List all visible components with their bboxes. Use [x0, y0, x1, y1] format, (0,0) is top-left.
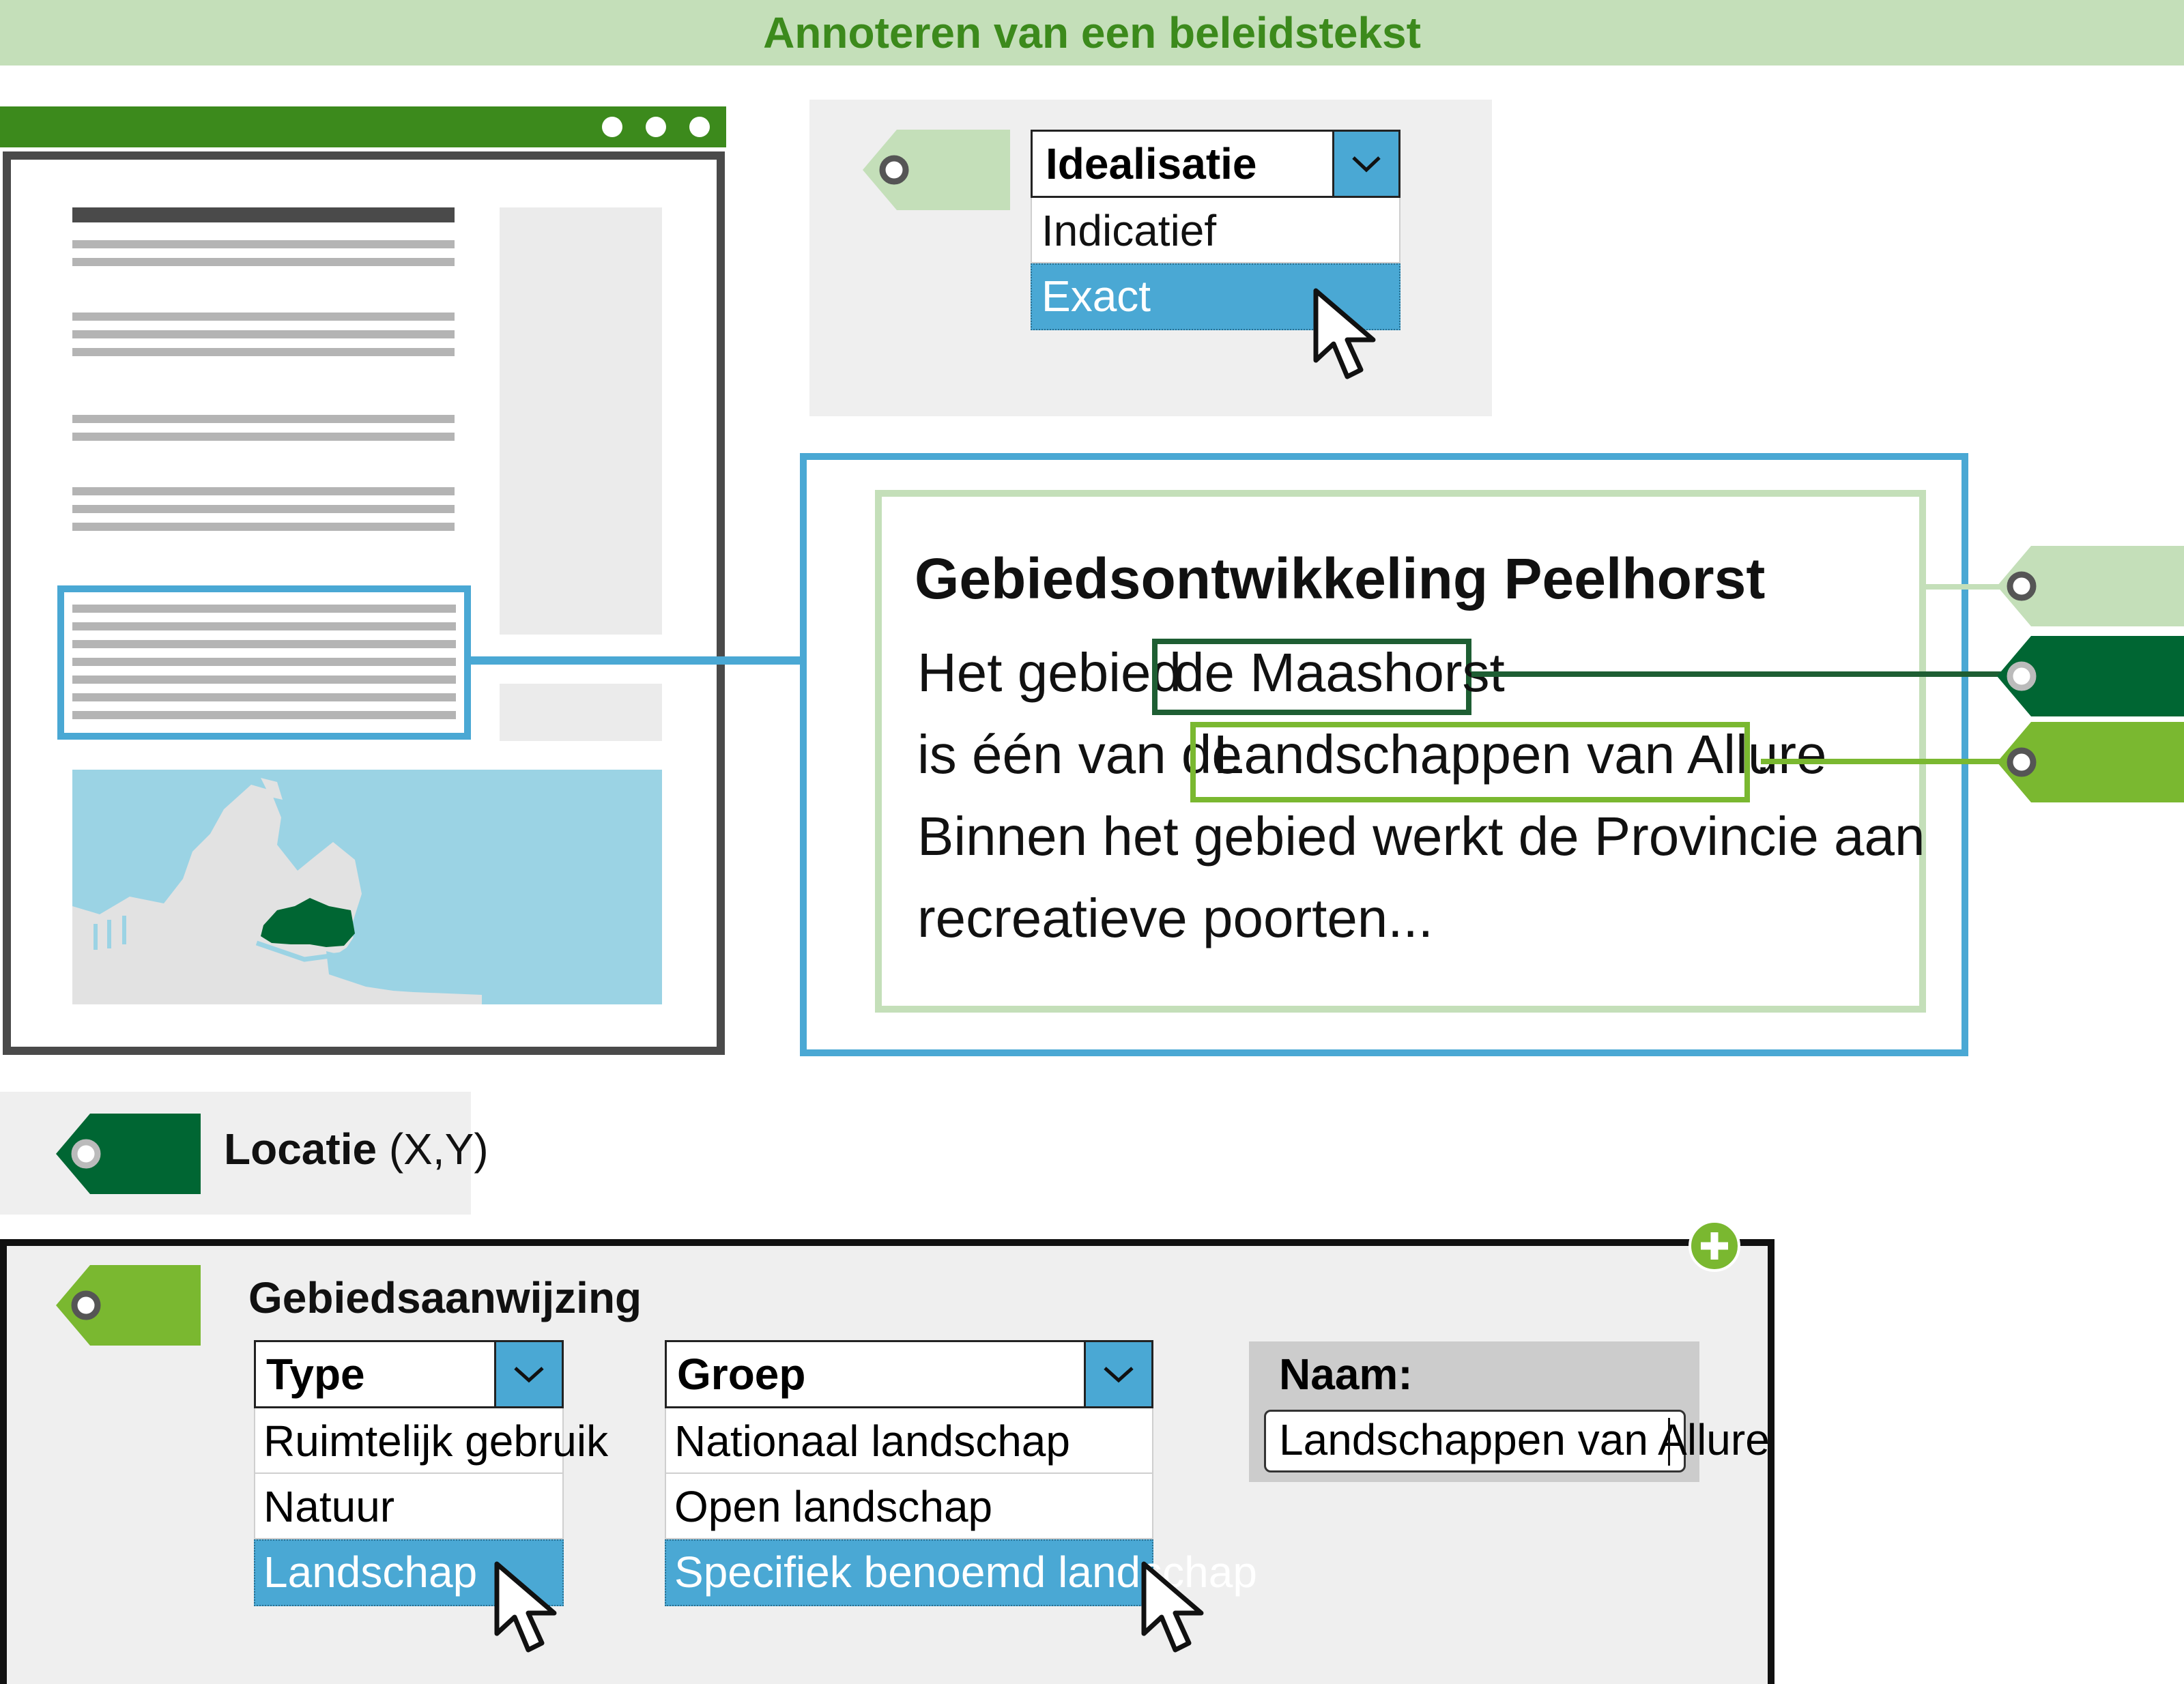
- option-label: Exact: [1041, 272, 1151, 321]
- window-dot-icon: [646, 117, 666, 137]
- highlight-location-text: de Maashorst: [1174, 642, 1505, 703]
- chevron-down-icon: [1352, 156, 1381, 173]
- selected-text-line: [72, 640, 456, 648]
- document-text-line: [72, 523, 455, 531]
- groep-dropdown-label: Groep: [677, 1350, 806, 1399]
- plus-circle-icon[interactable]: [1687, 1219, 1742, 1273]
- naam-label: Naam:: [1279, 1350, 1413, 1399]
- option-label: Indicatief: [1041, 206, 1217, 255]
- window-dot-icon: [689, 117, 710, 137]
- chevron-down-icon: [514, 1367, 544, 1383]
- text-line: Binnen het gebied werkt de Provincie aan: [917, 806, 1925, 867]
- tag-icon: [1997, 546, 2184, 626]
- cursor-arrow-icon: [1313, 288, 1376, 379]
- map-image: [72, 770, 662, 1004]
- option-label: Nationaal landschap: [674, 1417, 1070, 1466]
- document-text-line: [72, 240, 455, 248]
- option-label: Open landschap: [674, 1482, 993, 1531]
- document-text-line: [72, 415, 455, 423]
- document-text-line: [72, 330, 455, 338]
- highlight-area-text: Landschappen van Allure: [1213, 724, 1827, 785]
- tag-icon: [863, 130, 1010, 210]
- selected-text-line: [72, 711, 456, 719]
- document-heading-line: [72, 207, 455, 222]
- groep-dropdown-toggle[interactable]: [1084, 1340, 1153, 1408]
- selected-text-line: [72, 622, 456, 630]
- selected-text-line: [72, 658, 456, 666]
- naam-input-value: Landschappen van Allure: [1279, 1415, 1770, 1464]
- text-line: recreatieve poorten...: [917, 888, 1433, 948]
- cursor-arrow-icon: [1141, 1561, 1204, 1653]
- document-text-line: [72, 487, 455, 495]
- tag-icon: [1997, 722, 2184, 802]
- chevron-down-icon: [1104, 1367, 1134, 1383]
- area-tag-connector: [1761, 759, 2005, 764]
- option-label: Ruimtelijk gebruik: [263, 1417, 609, 1466]
- document-text-line: [72, 313, 455, 321]
- type-dropdown-toggle[interactable]: [494, 1340, 564, 1408]
- gebiedsaanwijzing-label: Gebiedsaanwijzing: [248, 1273, 642, 1322]
- cursor-arrow-icon: [494, 1561, 557, 1653]
- locatie-label: Locatie (X,Y): [224, 1127, 489, 1171]
- document-text-line: [72, 505, 455, 513]
- document-text-line: [72, 433, 455, 441]
- heading-tag-connector: [1926, 584, 2002, 590]
- text-cursor: [1668, 1418, 1670, 1466]
- location-tag-connector: [1471, 671, 2005, 677]
- document-sidebar-block: [500, 207, 662, 635]
- locatie-label-text: Locatie: [224, 1124, 377, 1174]
- selected-text-line: [72, 605, 456, 613]
- text-line: Het gebied: [917, 642, 1181, 703]
- tag-icon: [56, 1265, 201, 1346]
- option-label: Natuur: [263, 1482, 395, 1531]
- window-dot-icon: [602, 117, 622, 137]
- document-text-line: [72, 258, 455, 266]
- text-period: .: [1755, 724, 1771, 785]
- tag-icon: [56, 1114, 201, 1194]
- idealisatie-dropdown-toggle[interactable]: [1332, 130, 1400, 198]
- option-label: Landschap: [263, 1548, 478, 1597]
- type-dropdown-label: Type: [266, 1350, 365, 1399]
- page-title: Annoteren van een beleidstekst: [763, 8, 1421, 57]
- locatie-coords: (X,Y): [388, 1124, 489, 1174]
- selected-text-line: [72, 693, 456, 701]
- document-text-line: [72, 348, 455, 356]
- selected-text-line: [72, 676, 456, 684]
- tag-icon: [1997, 636, 2184, 716]
- document-sidebar-block: [500, 684, 662, 741]
- idealisatie-dropdown-label: Idealisatie: [1046, 139, 1257, 188]
- text-heading: Gebiedsontwikkeling Peelhorst: [915, 547, 1766, 611]
- selection-connector-line: [471, 656, 803, 665]
